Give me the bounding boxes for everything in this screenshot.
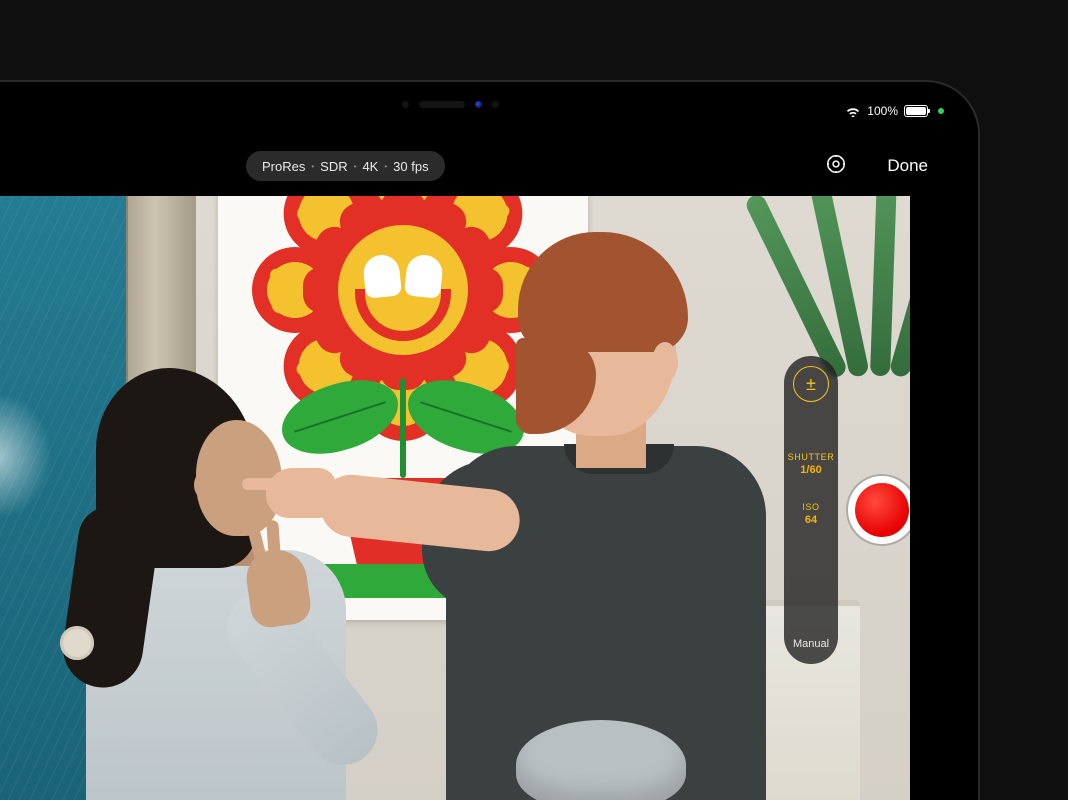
scene-person-left xyxy=(56,350,336,800)
plus-icon: ± xyxy=(806,375,816,393)
record-icon xyxy=(855,483,909,537)
exposure-panel[interactable]: ± SHUTTER 1/60 ISO 64 Manual xyxy=(784,356,838,664)
format-range: SDR xyxy=(320,159,347,174)
iso-readout[interactable]: ISO 64 xyxy=(802,502,819,526)
record-button[interactable] xyxy=(848,476,910,544)
shutter-label: SHUTTER xyxy=(788,452,835,462)
settings-button[interactable] xyxy=(822,152,850,180)
battery-percent: 100% xyxy=(867,104,898,118)
shutter-readout[interactable]: SHUTTER 1/60 xyxy=(788,452,835,476)
camera-in-use-indicator xyxy=(938,108,944,114)
battery-icon xyxy=(904,105,928,117)
exposure-mode-toggle[interactable]: Manual xyxy=(793,638,829,650)
iso-label: ISO xyxy=(802,502,819,512)
format-resolution: 4K xyxy=(362,159,378,174)
top-controls: ProRes • SDR • 4K • 30 fps Done xyxy=(0,146,964,186)
format-fps: 30 fps xyxy=(393,159,428,174)
iso-value: 64 xyxy=(802,514,819,526)
camera-viewfinder[interactable]: FLORIST xyxy=(0,196,910,800)
exposure-dial[interactable]: ± xyxy=(793,366,829,402)
wifi-icon xyxy=(845,105,861,117)
ipad-frame: 100% ProRes • SDR • 4K • 30 fps xyxy=(0,80,980,800)
scene-person-right xyxy=(406,250,746,800)
front-camera-notch xyxy=(385,100,515,108)
shutter-value: 1/60 xyxy=(788,464,835,476)
format-codec: ProRes xyxy=(262,159,305,174)
ipad-screen: 100% ProRes • SDR • 4K • 30 fps xyxy=(0,96,964,800)
recording-format-pill[interactable]: ProRes • SDR • 4K • 30 fps xyxy=(246,151,445,181)
status-bar: 100% xyxy=(845,100,944,122)
done-button[interactable]: Done xyxy=(887,156,928,176)
gear-icon xyxy=(825,153,847,180)
